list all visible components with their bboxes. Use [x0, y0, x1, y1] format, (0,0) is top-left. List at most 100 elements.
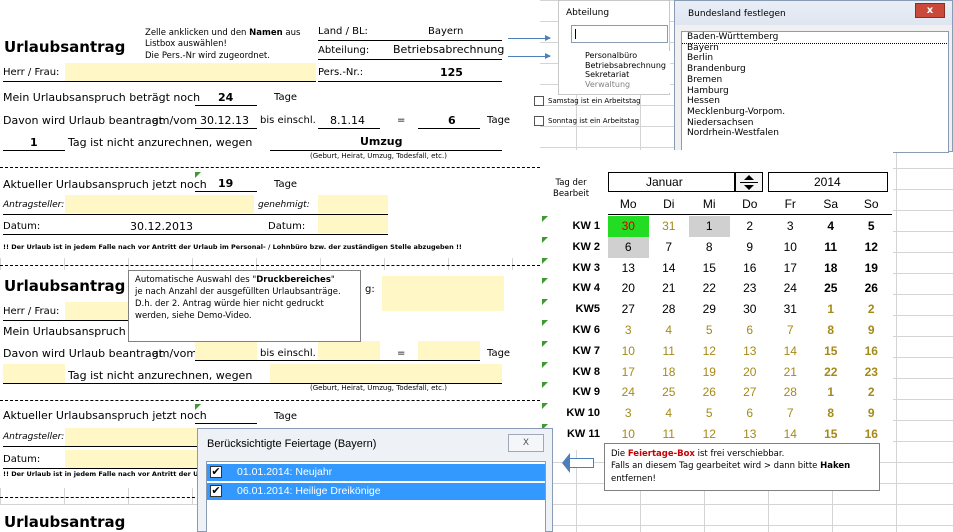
calendar-day[interactable]: 11: [811, 237, 852, 258]
bundesland-item[interactable]: Berlin: [682, 53, 948, 64]
calendar-day[interactable]: 15: [689, 258, 730, 279]
calendar-day[interactable]: 3: [608, 403, 649, 424]
calendar-day[interactable]: 23: [730, 278, 771, 299]
calendar-day[interactable]: 5: [689, 403, 730, 424]
calendar-day[interactable]: 13: [608, 258, 649, 279]
abteilung-item[interactable]: Betriebsabrechnung: [580, 61, 670, 71]
reason-value[interactable]: Umzug: [360, 136, 403, 147]
calendar-day[interactable]: 6: [730, 320, 771, 341]
calendar-day[interactable]: 15: [811, 341, 852, 362]
calendar-day[interactable]: 25: [649, 382, 690, 403]
close-icon[interactable]: x: [915, 3, 945, 18]
calendar-day[interactable]: 18: [811, 258, 852, 279]
feiertage-list[interactable]: ✔ 01.01.2014: Neujahr ✔ 06.01.2014: Heil…: [206, 461, 546, 532]
calendar-day[interactable]: 6: [608, 236, 649, 258]
calendar-day[interactable]: 24: [770, 278, 811, 299]
calendar-day[interactable]: 9: [730, 237, 771, 258]
calendar-day[interactable]: 6: [730, 403, 771, 424]
check-icon[interactable]: ✔: [210, 485, 222, 497]
calendar-day[interactable]: 19: [851, 258, 892, 279]
bundesland-item[interactable]: Baden-Württemberg: [682, 32, 948, 44]
calendar-day[interactable]: 1: [689, 216, 730, 237]
calendar-day[interactable]: 12: [689, 341, 730, 362]
month-spinner[interactable]: [735, 172, 763, 192]
calendar-day[interactable]: 29: [689, 299, 730, 320]
calendar-day[interactable]: 11: [649, 424, 690, 445]
calendar-day[interactable]: 7: [770, 403, 811, 424]
calendar-day[interactable]: 31: [649, 216, 690, 237]
genehmigt-input[interactable]: [318, 195, 388, 213]
calendar-day[interactable]: 10: [770, 237, 811, 258]
form2-antragsteller-input[interactable]: [65, 428, 200, 446]
calendar-day[interactable]: 30: [730, 299, 771, 320]
land-value[interactable]: Bayern: [428, 27, 463, 37]
bundesland-item[interactable]: Bremen: [682, 75, 948, 86]
calendar-day[interactable]: 28: [770, 382, 811, 403]
calendar-day[interactable]: 25: [811, 278, 852, 299]
antragsteller-input[interactable]: [65, 195, 254, 213]
feiertage-item[interactable]: ✔ 06.01.2014: Heilige Dreikönige: [207, 483, 545, 500]
calendar-day[interactable]: 2: [851, 382, 892, 403]
calendar-day[interactable]: 17: [608, 362, 649, 383]
calendar-day[interactable]: 22: [811, 362, 852, 383]
feiertage-item[interactable]: ✔ 01.01.2014: Neujahr: [207, 464, 545, 481]
calendar-day[interactable]: 14: [649, 258, 690, 279]
calendar-day[interactable]: 30: [608, 216, 649, 237]
calendar-day[interactable]: 20: [730, 362, 771, 383]
calendar-day[interactable]: 3: [770, 216, 811, 237]
abteilung-item[interactable]: Verwaltung: [580, 80, 670, 90]
calendar-day[interactable]: 27: [608, 299, 649, 320]
calendar-day[interactable]: 7: [770, 320, 811, 341]
calendar-day[interactable]: 14: [770, 341, 811, 362]
abteilung-list[interactable]: Personalbüro Betriebsabrechnung Sekretar…: [580, 51, 670, 93]
spin-down-icon[interactable]: [744, 185, 754, 190]
abteilung-input[interactable]: [571, 25, 668, 43]
check-icon[interactable]: ✔: [210, 466, 222, 478]
calendar-day[interactable]: 13: [730, 424, 771, 445]
form2-to-input[interactable]: [318, 341, 380, 360]
calendar-day[interactable]: 26: [851, 278, 892, 299]
datum2-input[interactable]: [318, 215, 388, 233]
form2-notcount-input[interactable]: [3, 364, 65, 383]
form2-datum-input[interactable]: [65, 450, 200, 468]
form2-name-input[interactable]: [65, 302, 135, 320]
calendar-day[interactable]: 2: [851, 299, 892, 320]
calendar-day[interactable]: 16: [730, 258, 771, 279]
calendar-day[interactable]: 11: [649, 341, 690, 362]
calendar-day[interactable]: 31: [770, 299, 811, 320]
bundesland-item[interactable]: Hessen: [682, 96, 948, 107]
samstag-checkbox[interactable]: [534, 96, 544, 106]
calendar-day[interactable]: 4: [649, 320, 690, 341]
calendar-day[interactable]: 5: [851, 216, 892, 237]
calendar-day[interactable]: 8: [811, 403, 852, 424]
calendar-day[interactable]: 27: [730, 382, 771, 403]
calendar-day[interactable]: 5: [689, 320, 730, 341]
from-date[interactable]: 30.12.13: [200, 115, 249, 126]
calendar-day[interactable]: 4: [811, 216, 852, 237]
to-date[interactable]: 8.1.14: [330, 115, 365, 126]
abteilung-value[interactable]: Betriebsabrechnung: [393, 44, 504, 55]
bundesland-item[interactable]: Bayern: [682, 43, 948, 54]
anspruch-value[interactable]: 24: [218, 92, 233, 103]
calendar-day[interactable]: 1: [811, 382, 852, 403]
calendar-day[interactable]: 7: [649, 237, 690, 258]
calendar-day[interactable]: 12: [851, 237, 892, 258]
calendar-day[interactable]: 3: [608, 320, 649, 341]
calendar-day[interactable]: 18: [649, 362, 690, 383]
calendar-day[interactable]: 16: [851, 341, 892, 362]
calendar-day[interactable]: 21: [649, 278, 690, 299]
bundesland-item[interactable]: Niedersachsen: [682, 118, 948, 129]
calendar-day[interactable]: 12: [689, 424, 730, 445]
calendar-day[interactable]: 28: [649, 299, 690, 320]
calendar-day[interactable]: 14: [770, 424, 811, 445]
calendar-day[interactable]: 17: [770, 258, 811, 279]
form2-days-input[interactable]: [418, 341, 480, 360]
sonntag-checkbox[interactable]: [534, 116, 544, 126]
calendar-day[interactable]: 10: [608, 424, 649, 445]
calendar-day[interactable]: 13: [730, 341, 771, 362]
calendar-day[interactable]: 26: [689, 382, 730, 403]
calendar-day[interactable]: 20: [608, 278, 649, 299]
form2-reason-input[interactable]: [270, 364, 502, 383]
abteilung-item[interactable]: Personalbüro: [580, 51, 670, 61]
calendar-day[interactable]: 23: [851, 362, 892, 383]
